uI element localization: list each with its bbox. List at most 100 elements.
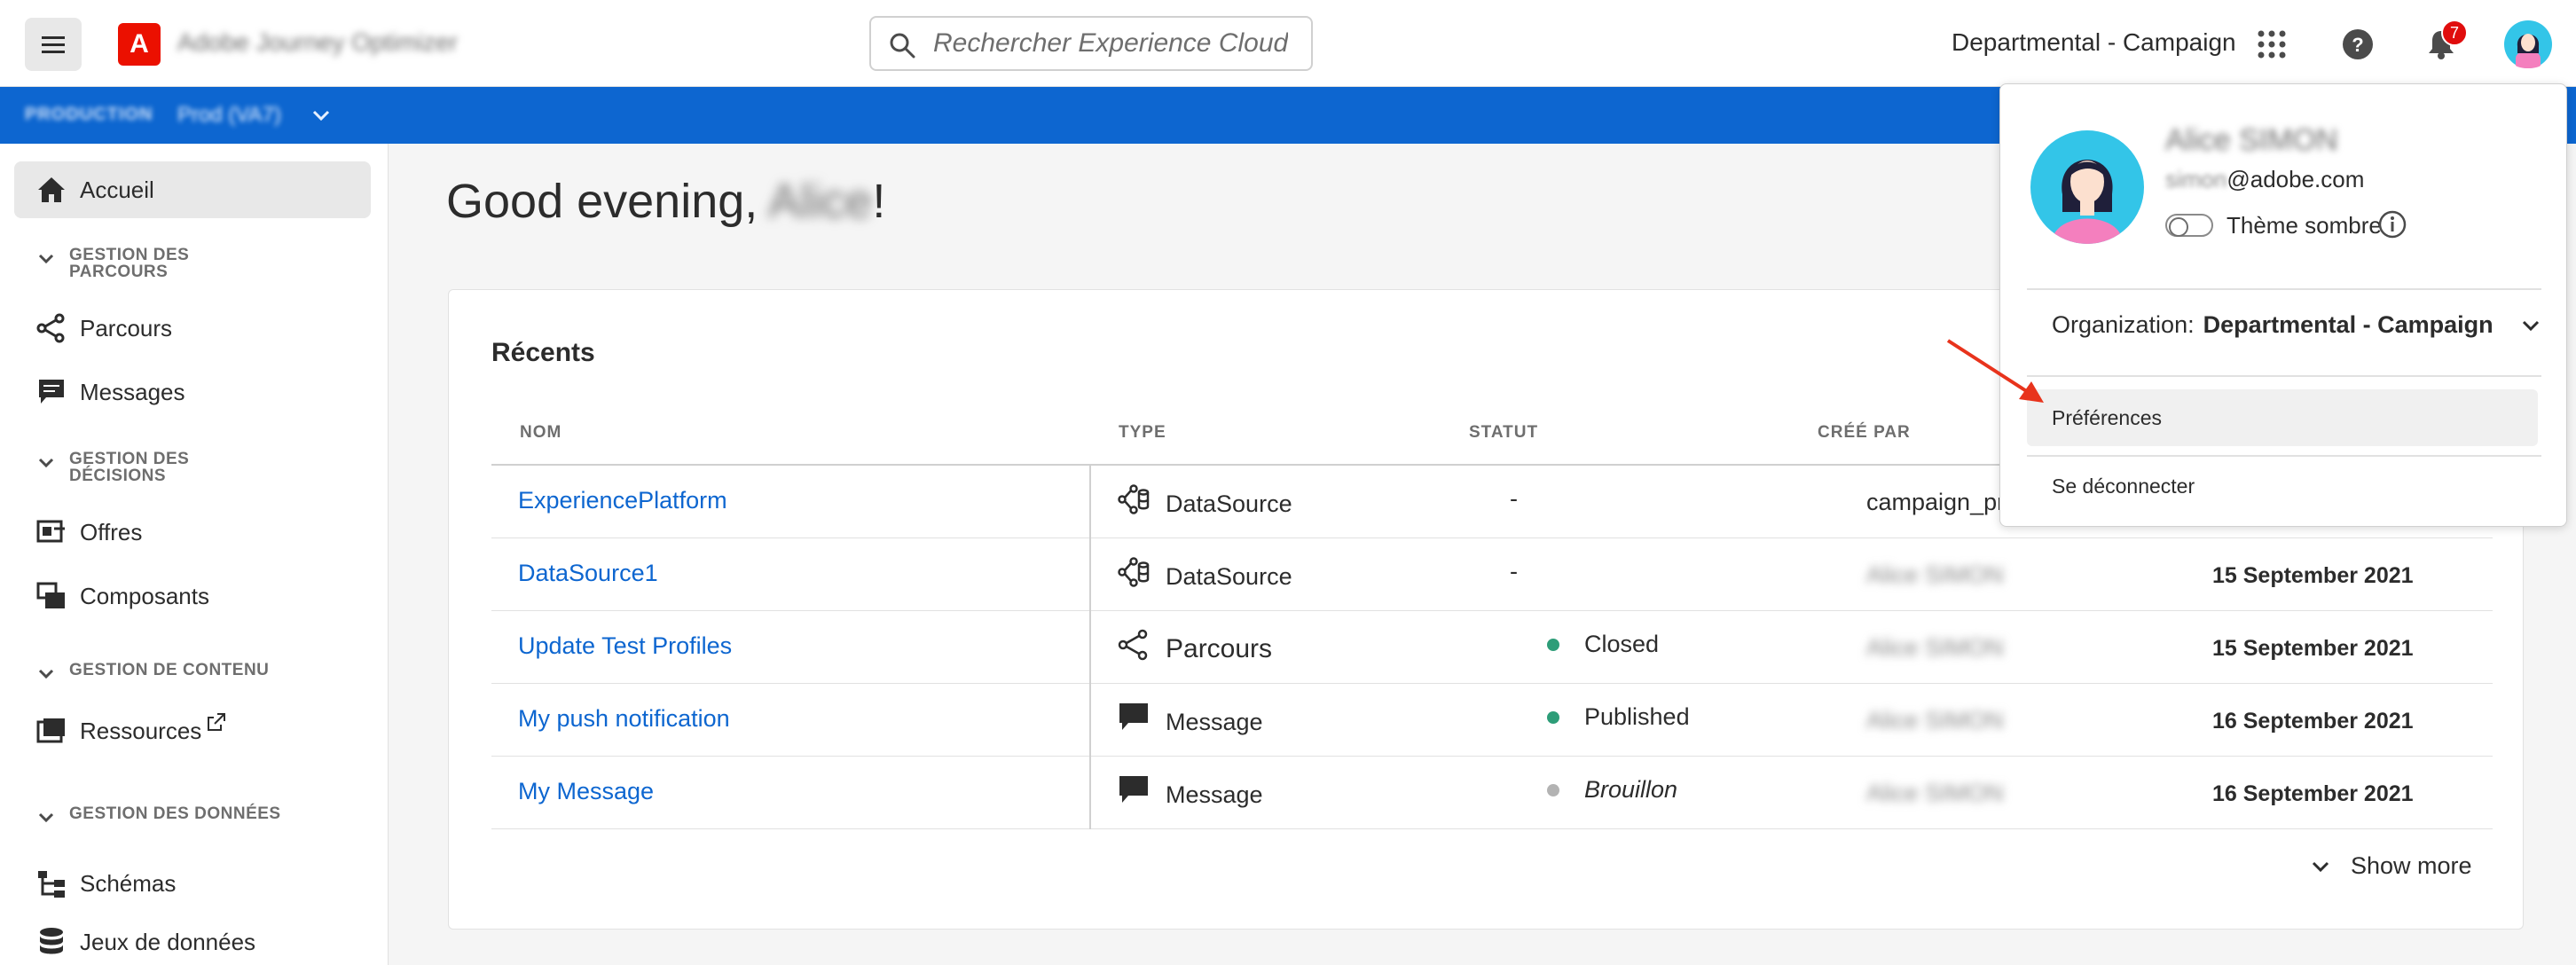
sidebar-item-composants[interactable]: Composants: [14, 568, 371, 624]
message-icon: [1119, 776, 1148, 803]
sidebar-section-label: GESTION DES PARCOURS: [69, 246, 190, 281]
sidebar-section-data[interactable]: GESTION DES DONNÉES: [35, 805, 373, 828]
hamburger-menu-button[interactable]: [25, 18, 82, 71]
row-created-by: Alice SIMON: [1866, 561, 2004, 588]
sidebar-section-label: GESTION DES DONNÉES: [69, 804, 281, 823]
divider: [2027, 288, 2541, 290]
chevron-down-icon: [38, 458, 54, 468]
row-date: 16 September 2021: [2212, 781, 2414, 806]
sidebar-item-messages[interactable]: Messages: [14, 364, 371, 420]
row-name-link[interactable]: Update Test Profiles: [518, 632, 732, 660]
row-created-by: Alice SIMON: [1866, 707, 2004, 734]
row-name-link[interactable]: DataSource1: [518, 560, 658, 587]
row-type: Message: [1166, 781, 1263, 808]
sidebar: Accueil GESTION DES PARCOURS Parcours Me…: [0, 144, 389, 965]
table-row[interactable]: My Message Message Brouillon Alice SIMON…: [491, 757, 2493, 829]
top-bar: A Adobe Journey Optimizer Departmental -…: [0, 0, 2576, 87]
message-icon: [35, 376, 67, 408]
sidebar-item-schemas[interactable]: Schémas: [14, 855, 371, 912]
datasource-icon: [1118, 484, 1150, 514]
org-value: Departmental - Campaign: [2203, 311, 2494, 338]
greeting-prefix: Good evening,: [446, 175, 769, 228]
column-divider: [1089, 684, 1091, 757]
notification-badge: 7: [2441, 20, 2468, 46]
schema-icon: [35, 867, 67, 899]
message-icon: [1119, 703, 1148, 730]
divider: [2027, 375, 2541, 377]
table-row[interactable]: Update Test Profiles Parcours Closed Ali…: [491, 611, 2493, 684]
sidebar-item-home[interactable]: Accueil: [14, 161, 371, 218]
svg-text:?: ?: [2352, 34, 2363, 56]
sidebar-item-datasets[interactable]: Jeux de données: [14, 914, 371, 965]
sidebar-section-decisions[interactable]: GESTION DES DÉCISIONS: [35, 451, 373, 484]
org-switcher[interactable]: Departmental - Campaign: [1952, 28, 2236, 57]
column-header-type[interactable]: TYPE: [1119, 423, 1166, 443]
chevron-down-icon[interactable]: [310, 105, 332, 126]
dark-theme-toggle[interactable]: [2165, 214, 2213, 237]
status-text: Published: [1584, 703, 1690, 730]
status-text: Brouillon: [1584, 776, 1678, 803]
row-status: Closed: [1547, 631, 1659, 658]
avatar[interactable]: [2503, 20, 2553, 69]
column-header-name[interactable]: NOM: [520, 423, 562, 443]
row-date: 15 September 2021: [2212, 636, 2414, 661]
sidebar-item-label: Accueil: [80, 176, 154, 203]
row-status: Brouillon: [1547, 776, 1677, 804]
profile-email: simon@adobe.com: [2165, 166, 2364, 193]
greeting-suffix: !: [872, 175, 886, 228]
chevron-down-icon: [38, 669, 54, 679]
help-icon[interactable]: ?: [2336, 23, 2379, 66]
email-user: simon: [2165, 166, 2227, 192]
sidebar-section-journeys[interactable]: GESTION DES PARCOURS: [35, 247, 373, 280]
chevron-down-icon: [38, 812, 54, 823]
row-type: DataSource: [1166, 490, 1292, 517]
organization-switcher[interactable]: Organization: Departmental - Campaign: [2052, 311, 2541, 339]
status-text: -: [1510, 485, 1518, 512]
journey-icon: [35, 312, 67, 344]
search-box[interactable]: [869, 16, 1313, 71]
offers-icon: [35, 516, 67, 548]
row-name-link[interactable]: ExperiencePlatform: [518, 487, 727, 514]
row-name-link[interactable]: My push notification: [518, 705, 730, 733]
profile-avatar: [2030, 130, 2144, 244]
column-header-created-by[interactable]: CRÉÉ PAR: [1818, 423, 1911, 443]
column-header-status[interactable]: STATUT: [1469, 423, 1538, 443]
row-type: Parcours: [1166, 634, 1273, 663]
sidebar-item-parcours[interactable]: Parcours: [14, 300, 371, 357]
row-date: 15 September 2021: [2212, 563, 2414, 588]
row-status: -: [1510, 558, 1518, 585]
sidebar-item-label: Composants: [80, 582, 209, 609]
sidebar-item-offres[interactable]: Offres: [14, 504, 371, 561]
column-divider: [1089, 611, 1091, 684]
sidebar-section-label: GESTION DE CONTENU: [69, 661, 270, 679]
adobe-logo[interactable]: A: [118, 23, 161, 66]
info-icon[interactable]: [2378, 210, 2407, 239]
search-input[interactable]: [933, 28, 1288, 59]
table-row[interactable]: My push notification Message Published A…: [491, 684, 2493, 757]
sandbox-switcher[interactable]: Prod (VA7): [177, 103, 281, 128]
status-dot: [1547, 783, 1559, 796]
profile-name: Alice SIMON: [2165, 123, 2338, 157]
sidebar-item-ressources[interactable]: Ressources: [14, 702, 371, 759]
recents-title: Récents: [491, 338, 595, 367]
status-text: -: [1510, 558, 1518, 584]
chevron-down-icon: [2522, 320, 2539, 331]
divider: [2027, 455, 2541, 457]
sidebar-item-label: Parcours: [80, 314, 173, 341]
sidebar-section-content[interactable]: GESTION DE CONTENU: [35, 662, 373, 685]
environment-label: PRODUCTION: [25, 105, 153, 124]
annotation-arrow-icon: [1946, 339, 2044, 403]
column-divider: [1089, 466, 1091, 538]
preferences-menu-item[interactable]: Préférences: [2027, 389, 2538, 446]
journey-icon: [1118, 629, 1148, 661]
search-icon: [890, 33, 915, 59]
table-row[interactable]: DataSource1 DataSource - Alice SIMON 15 …: [491, 538, 2493, 611]
chevron-down-icon: [38, 254, 54, 264]
sidebar-item-label: Ressources: [80, 717, 202, 744]
row-name-link[interactable]: My Message: [518, 778, 654, 805]
apps-icon[interactable]: [2250, 23, 2293, 66]
row-status: -: [1510, 485, 1518, 513]
logout-menu-item[interactable]: Se déconnecter: [2052, 475, 2195, 498]
show-more-button[interactable]: Show more: [2310, 852, 2472, 880]
sidebar-item-label: Jeux de données: [80, 928, 256, 955]
